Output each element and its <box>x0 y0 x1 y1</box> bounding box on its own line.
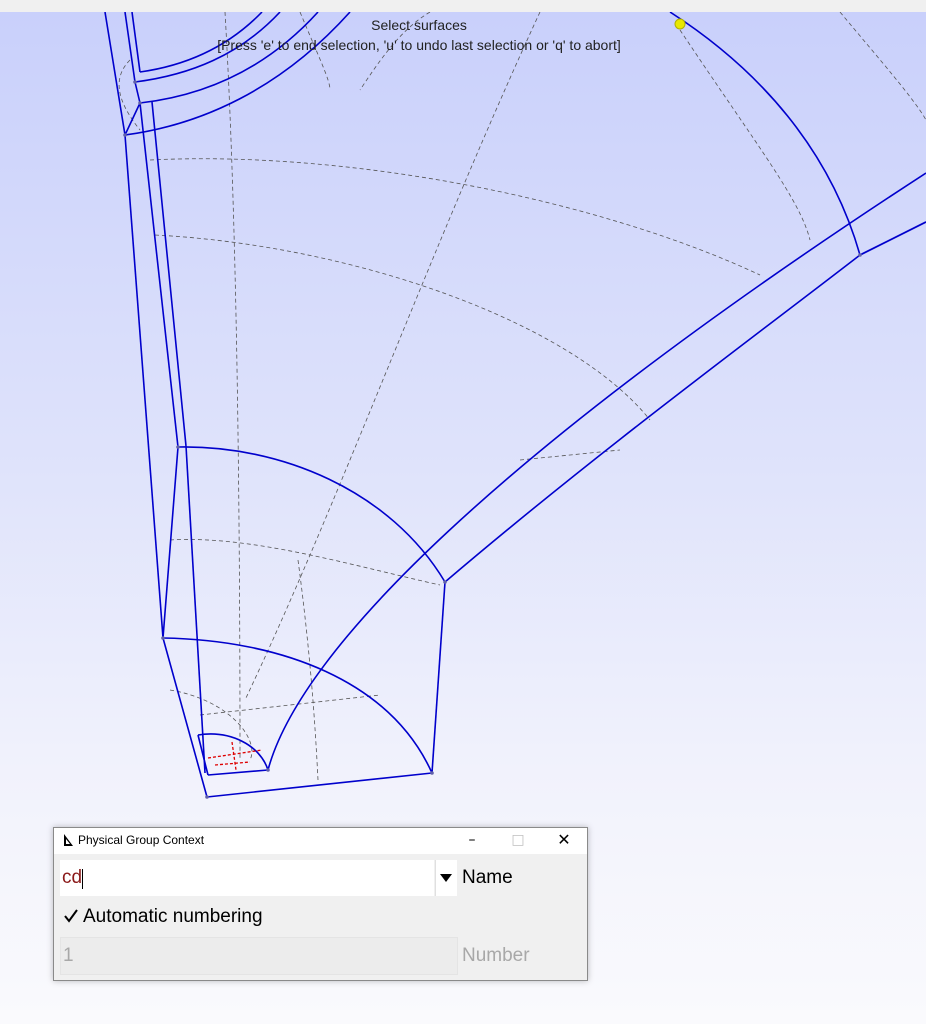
text-caret <box>82 869 83 889</box>
automatic-numbering-checkbox[interactable] <box>62 907 80 925</box>
name-label: Name <box>462 867 513 888</box>
name-input[interactable]: cd <box>60 860 434 896</box>
maximize-button[interactable]: □ <box>495 828 541 854</box>
dialog-title: Physical Group Context <box>78 833 205 847</box>
name-dropdown-button[interactable] <box>435 860 457 896</box>
number-label: Number <box>462 945 530 966</box>
physical-group-dialog[interactable]: Physical Group Context – □ ✕ cd Name Aut… <box>53 827 588 981</box>
dashed-guides <box>118 12 926 781</box>
selected-surface[interactable] <box>207 741 263 771</box>
geometry-edges <box>104 12 926 798</box>
close-button[interactable]: ✕ <box>541 828 587 854</box>
selection-message-title: Select surfaces <box>371 17 467 33</box>
gmsh-icon <box>64 834 73 846</box>
dialog-titlebar[interactable]: Physical Group Context – □ ✕ <box>54 828 587 854</box>
selection-message-hint: [Press 'e' to end selection, 'u' to undo… <box>217 37 621 53</box>
vertex-markers <box>123 80 862 799</box>
chevron-down-icon <box>440 874 452 882</box>
minimize-button[interactable]: – <box>449 828 495 854</box>
number-input: 1 <box>60 937 458 975</box>
automatic-numbering-label[interactable]: Automatic numbering <box>83 906 263 928</box>
